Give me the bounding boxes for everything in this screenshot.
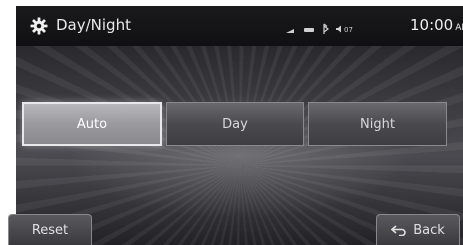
reset-button[interactable]: Reset [8,214,92,245]
gear-icon [30,17,48,35]
night-button[interactable]: Night [308,102,447,146]
night-button-label: Night [360,116,395,132]
status-bar: Day/Night 07 10:00AM [16,6,463,47]
battery-icon [304,28,314,32]
page-title: Day/Night [56,16,131,34]
clock-ampm: AM [455,23,463,33]
svg-text:07: 07 [344,26,353,34]
clock: 10:00AM [410,16,463,34]
volume-icon: 07 [336,25,353,34]
bluetooth-icon [323,23,329,34]
auto-button-label: Auto [76,116,108,132]
back-button-label: Back [413,222,445,238]
antenna-icon [286,29,294,33]
day-button[interactable]: Day [166,102,304,146]
clock-time: 10:00 [410,16,454,34]
day-button-label: Day [222,116,248,132]
reset-button-label: Reset [31,222,69,238]
status-icons: 07 [284,20,389,34]
back-arrow-icon [391,224,407,236]
back-button[interactable]: Back [376,214,460,245]
auto-button[interactable]: Auto [22,102,162,146]
